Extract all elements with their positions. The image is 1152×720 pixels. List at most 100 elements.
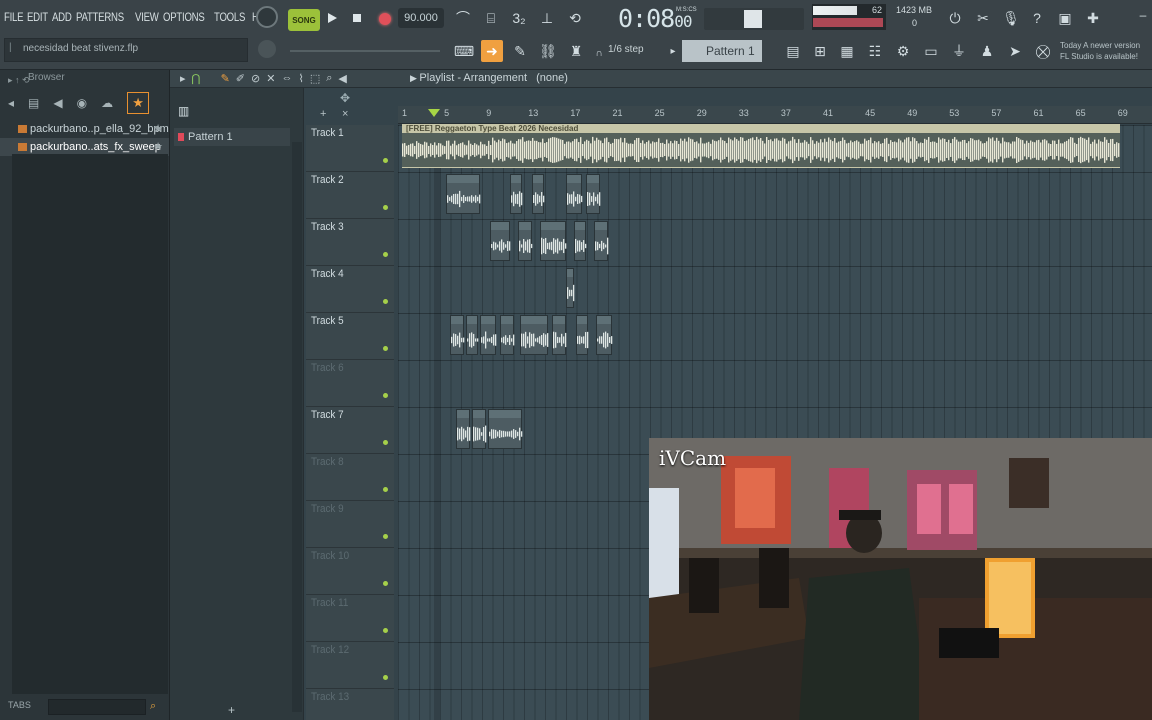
tempo-display[interactable]: 90.000 [398,8,444,28]
audio-clip[interactable] [586,174,601,214]
cloud-icon[interactable]: ☁ [101,96,113,110]
metronome-icon[interactable]: ⌒ [452,7,474,29]
audio-clip[interactable] [490,221,511,261]
clip-header[interactable] [577,316,587,324]
browser-icon[interactable]: ▭ [920,40,942,62]
save-icon[interactable]: ▣ [1054,7,1076,29]
clip-header[interactable] [595,222,607,230]
master-pitch-slider[interactable] [290,50,440,52]
audio-clip[interactable] [566,268,575,308]
pattern-picker-scrollbar[interactable] [292,142,302,712]
clip-header[interactable] [521,316,547,324]
audio-clip[interactable] [450,315,465,355]
star-icon[interactable]: ★ [153,120,163,138]
track-mute-led[interactable] [383,158,388,163]
power-icon[interactable]: ⏻ [944,7,966,29]
slice-icon[interactable]: ⌇ [298,72,303,85]
mixer-icon[interactable]: ☷ [864,40,886,62]
slider-thumb[interactable] [744,10,762,28]
minimize-icon[interactable]: – [1132,4,1152,26]
favorites-button[interactable]: ★ [127,92,150,114]
audio-clip[interactable] [532,174,545,214]
master-pitch-knob[interactable] [258,40,276,58]
track-header[interactable]: Track 2 [306,172,394,219]
audio-clip[interactable] [456,409,471,449]
link-icon[interactable]: ⛓ [537,40,559,62]
clip-header[interactable] [519,222,531,230]
plug-icon[interactable]: ⏚ [948,40,970,62]
audio-clip[interactable] [552,315,567,355]
track-header[interactable]: Track 5 [306,313,394,360]
clip-header[interactable] [533,175,543,183]
close-icon[interactable]: × [342,108,348,120]
menu-options[interactable]: OPTIONS [163,6,205,28]
clip-header[interactable] [587,175,599,183]
clip-header[interactable] [451,316,463,324]
audio-clip[interactable] [574,221,587,261]
track-header[interactable]: Track 11 [306,595,394,642]
brush-icon[interactable]: ✐ [236,72,245,85]
audio-clip[interactable] [472,409,487,449]
track-mute-led[interactable] [383,487,388,492]
microphone-icon[interactable]: 🎙 [1000,7,1022,29]
clip-header[interactable] [511,175,521,183]
playlist-icon[interactable]: ▤ [782,40,804,62]
clip-header[interactable] [489,410,521,418]
track-mute-led[interactable] [383,534,388,539]
magnet-icon[interactable]: ∩ [588,42,610,64]
clip-header[interactable] [473,410,485,418]
clip-header[interactable] [541,222,565,230]
add-pattern-icon[interactable]: + [228,703,235,717]
track-header[interactable]: Track 8 [306,454,394,501]
slip-icon[interactable]: ⇔ [281,72,292,85]
browser-arrow-icon[interactable]: ▸ ↑ ⟲ [8,72,30,88]
track-header[interactable]: Track 10 [306,548,394,595]
clip-header[interactable] [447,175,479,183]
back-icon[interactable]: ◀ [53,96,62,110]
clip-header[interactable] [467,316,477,324]
piano-roll-icon[interactable]: ⊞ [809,40,831,62]
magnet-icon[interactable]: ⋂ [192,72,201,85]
cart-icon[interactable]: ⛒ [1032,40,1054,62]
plugin-icon[interactable]: ⚙ [892,40,914,62]
delete-icon[interactable]: ⊘ [251,72,260,85]
collapse-icon[interactable]: ◂ [8,96,14,110]
folder-icon[interactable]: ▤ [28,96,39,110]
move-icon[interactable]: ✥ [340,91,350,105]
browser-content-area[interactable] [12,154,168,694]
audio-clip-main[interactable]: [FREE] Reggaeton Type Beat 2026 Necesida… [402,124,1120,168]
search-icon[interactable]: ⌕ [150,700,156,713]
clip-header[interactable] [567,175,581,183]
track-mute-led[interactable] [383,205,388,210]
pattern-item[interactable]: Pattern 1 [174,128,290,146]
tools-icon[interactable]: ✂ [972,7,994,29]
pattern-selector[interactable]: Pattern 1 [682,40,762,62]
audio-clip[interactable] [576,315,589,355]
playhead-marker[interactable] [428,109,440,117]
audio-clip[interactable] [510,174,523,214]
record-button[interactable] [374,8,396,30]
audio-clip[interactable] [466,315,479,355]
piano-icon[interactable]: ▥ [178,104,189,118]
track-header[interactable]: Track 1 [306,125,394,172]
audio-clip[interactable] [518,221,533,261]
browser-item[interactable]: packurbano..p_ella_92_bpm ★ [0,120,169,138]
audio-clip[interactable] [480,315,497,355]
chevron-right-icon[interactable]: ▸ [662,40,684,62]
options-arrow-icon[interactable]: ▸ [180,72,186,85]
clip-header[interactable] [491,222,509,230]
typing-keyboard-icon[interactable]: ⌨ [453,40,475,62]
track-header[interactable]: Track 7 [306,407,394,454]
audio-clip[interactable] [566,174,583,214]
brush-icon[interactable]: ✎ [509,40,531,62]
mute-icon[interactable]: ✕ [266,72,275,85]
pin-icon[interactable]: ✚ [1082,7,1104,29]
menu-view[interactable]: VIEW [135,6,159,28]
track-mute-led[interactable] [383,628,388,633]
add-track-icon[interactable]: + [320,108,326,120]
track-header[interactable]: Track 13 [306,689,394,720]
stop-button[interactable] [347,8,367,28]
audio-clip[interactable] [520,315,549,355]
clip-header[interactable] [597,316,611,324]
refresh-icon[interactable]: ◉ [77,96,87,110]
